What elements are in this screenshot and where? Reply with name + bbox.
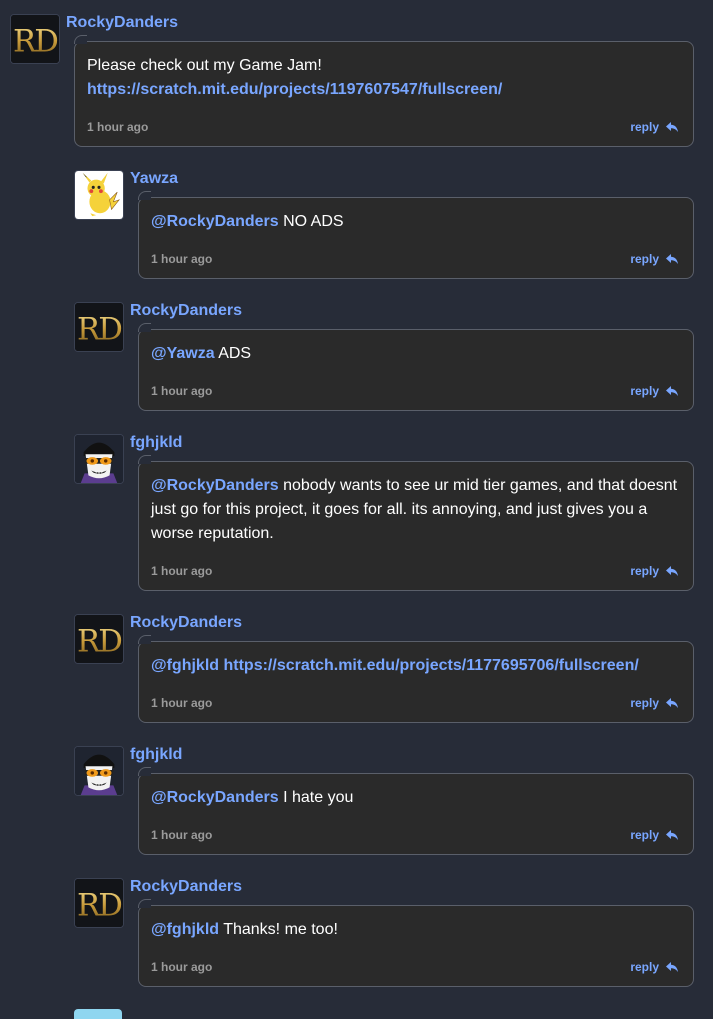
mention-link[interactable]: @RockyDanders bbox=[151, 477, 279, 494]
reply-button[interactable]: reply bbox=[630, 252, 679, 266]
comment-text: @RockyDanders nobody wants to see ur mid… bbox=[151, 474, 681, 546]
rd-logo-icon bbox=[75, 303, 123, 351]
reply-label: reply bbox=[630, 696, 659, 710]
comment-timestamp: 1 hour ago bbox=[151, 252, 213, 266]
reply-arrow-icon bbox=[665, 121, 679, 133]
reply-button[interactable]: reply bbox=[630, 384, 679, 398]
comment-body: Thanks! me too! bbox=[219, 921, 338, 938]
comment-timestamp: 1 hour ago bbox=[151, 960, 213, 974]
comment-bubble: @RockyDanders nobody wants to see ur mid… bbox=[138, 455, 694, 591]
comment-username[interactable]: fghjkld bbox=[130, 434, 182, 452]
reply-label: reply bbox=[630, 384, 659, 398]
masked-face-icon bbox=[75, 747, 123, 795]
comment-body: I hate you bbox=[278, 789, 354, 806]
rd-logo-icon bbox=[11, 15, 59, 63]
masked-face-icon bbox=[75, 435, 123, 483]
avatar[interactable] bbox=[74, 434, 124, 484]
reply-button[interactable]: reply bbox=[630, 828, 679, 842]
reply-label: reply bbox=[630, 564, 659, 578]
reply-label: reply bbox=[630, 960, 659, 974]
avatar[interactable] bbox=[74, 614, 124, 664]
avatar[interactable] bbox=[74, 746, 124, 796]
project-link[interactable]: https://scratch.mit.edu/projects/1177695… bbox=[224, 657, 639, 674]
comment-text: @fghjkld Thanks! me too! bbox=[151, 918, 681, 942]
comment-text: Please check out my Game Jam! https://sc… bbox=[87, 54, 681, 102]
mention-link[interactable]: @fghjkld bbox=[151, 921, 219, 938]
avatar[interactable] bbox=[74, 170, 124, 220]
mention-link[interactable]: @RockyDanders bbox=[151, 213, 279, 230]
comment-timestamp: 1 hour ago bbox=[87, 120, 149, 134]
comment-username[interactable]: Yawza bbox=[130, 170, 178, 188]
comment-bubble: Please check out my Game Jam! https://sc… bbox=[74, 35, 694, 147]
comment-bubble: @fghjkld https://scratch.mit.edu/project… bbox=[138, 635, 694, 723]
reply-button[interactable]: reply bbox=[630, 960, 679, 974]
comment-bubble: @Yawza ADS 1 hour ago reply bbox=[138, 323, 694, 411]
reply-button[interactable]: reply bbox=[630, 696, 679, 710]
reply-arrow-icon bbox=[665, 697, 679, 709]
comment-text: @fghjkld https://scratch.mit.edu/project… bbox=[151, 654, 681, 678]
comment-username[interactable]: fghjkld bbox=[130, 746, 182, 764]
reply-label: reply bbox=[630, 252, 659, 266]
reply-label: reply bbox=[630, 120, 659, 134]
reply-button[interactable]: reply bbox=[630, 564, 679, 578]
comment-body: ADS bbox=[214, 345, 252, 362]
reply-button[interactable]: reply bbox=[630, 120, 679, 134]
rd-logo-icon bbox=[75, 879, 123, 927]
comment-timestamp: 1 hour ago bbox=[151, 384, 213, 398]
comment-timestamp: 1 hour ago bbox=[151, 828, 213, 842]
avatar[interactable] bbox=[74, 1009, 122, 1019]
comment-bubble: @RockyDanders NO ADS 1 hour ago reply bbox=[138, 191, 694, 279]
comment-text: @RockyDanders I hate you bbox=[151, 786, 681, 810]
reply-arrow-icon bbox=[665, 961, 679, 973]
comment-username[interactable]: RockyDanders bbox=[130, 878, 242, 896]
comment-username[interactable]: RockyDanders bbox=[130, 614, 242, 632]
comment-body: Please check out my Game Jam! bbox=[87, 57, 322, 74]
reply-arrow-icon bbox=[665, 829, 679, 841]
reply-arrow-icon bbox=[665, 385, 679, 397]
avatar[interactable] bbox=[74, 878, 124, 928]
mention-link[interactable]: @RockyDanders bbox=[151, 789, 279, 806]
comment-body: NO ADS bbox=[278, 213, 344, 230]
reply-label: reply bbox=[630, 828, 659, 842]
comment-bubble: @fghjkld Thanks! me too! 1 hour ago repl… bbox=[138, 899, 694, 987]
mention-link[interactable]: @fghjkld bbox=[151, 657, 219, 674]
comment-timestamp: 1 hour ago bbox=[151, 564, 213, 578]
comment-text: @RockyDanders NO ADS bbox=[151, 210, 681, 234]
comment-username[interactable]: RockyDanders bbox=[66, 14, 178, 32]
reply-arrow-icon bbox=[665, 565, 679, 577]
comment-text: @Yawza ADS bbox=[151, 342, 681, 366]
avatar[interactable] bbox=[10, 14, 60, 64]
reply-arrow-icon bbox=[665, 253, 679, 265]
mention-link[interactable]: @Yawza bbox=[151, 345, 215, 362]
rd-logo-icon bbox=[75, 615, 123, 663]
comment-username[interactable]: RockyDanders bbox=[130, 302, 242, 320]
project-link[interactable]: https://scratch.mit.edu/projects/1197607… bbox=[87, 81, 502, 98]
comment-timestamp: 1 hour ago bbox=[151, 696, 213, 710]
comment-bubble: @RockyDanders I hate you 1 hour ago repl… bbox=[138, 767, 694, 855]
avatar[interactable] bbox=[74, 302, 124, 352]
pikachu-icon bbox=[75, 171, 123, 219]
